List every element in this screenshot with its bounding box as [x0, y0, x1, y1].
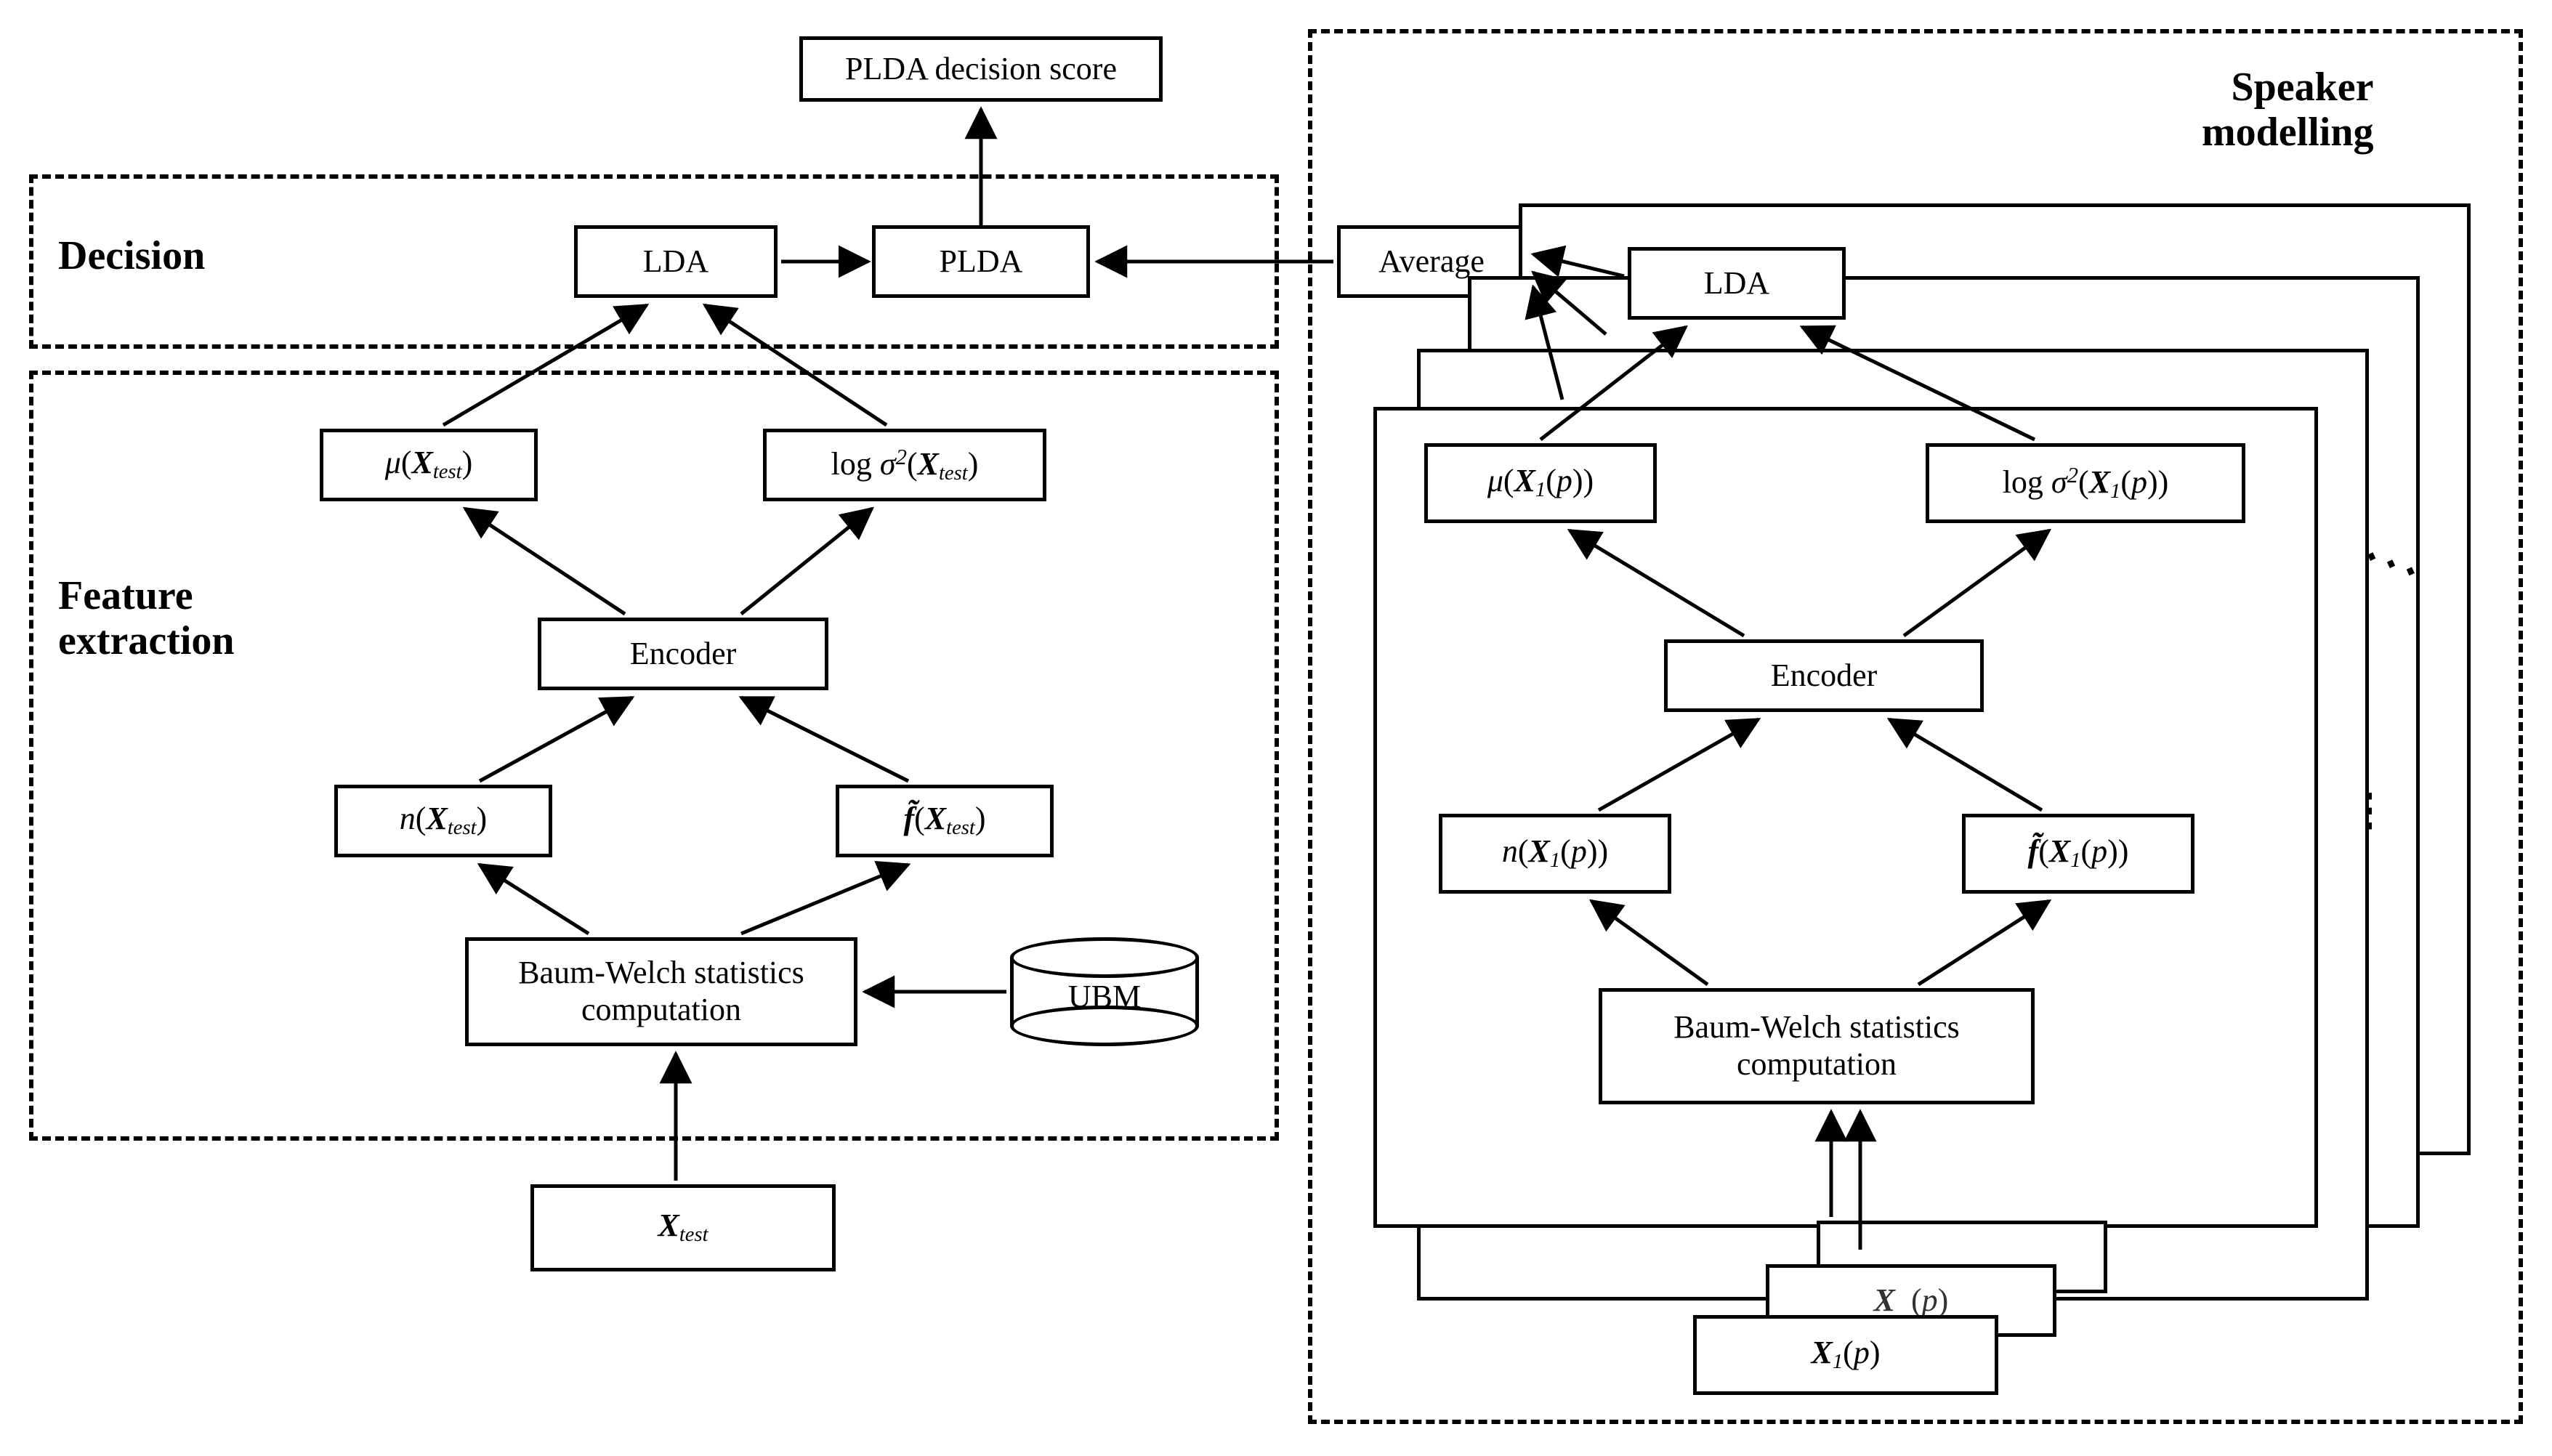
box-bw-right: Baum-Welch statisticscomputation: [1599, 988, 2035, 1104]
box-logsig-x1: log σ2(X1(p)): [1926, 443, 2245, 523]
box-x1: X1(p): [1693, 1315, 1998, 1395]
box-plda: PLDA: [872, 225, 1090, 298]
box-f-test: f̃(Xtest): [836, 785, 1054, 857]
box-encoder-right: Encoder: [1664, 639, 1984, 712]
label-feature-extraction: Feature extraction: [58, 574, 235, 663]
box-xtest: Xtest: [530, 1184, 836, 1271]
box-mu-test: μ(Xtest): [320, 429, 538, 501]
box-encoder-left: Encoder: [538, 618, 828, 690]
box-lda-right: LDA: [1628, 247, 1846, 320]
box-plda-score: PLDA decision score: [799, 36, 1163, 102]
ellipsis-dots-bottom: ⋮: [2347, 785, 2391, 836]
box-f-x1: f̃(X1(p)): [1962, 814, 2194, 894]
cylinder-ubm: UBM: [1010, 937, 1199, 1046]
label-speaker-modelling: Speaker modelling: [2202, 65, 2373, 155]
box-n-x1: n(X1(p)): [1439, 814, 1671, 894]
box-lda-left: LDA: [574, 225, 778, 298]
box-mu-x1: μ(X1(p)): [1424, 443, 1657, 523]
box-bw-left: Baum-Welch statisticscomputation: [465, 937, 857, 1046]
box-n-test: n(Xtest): [334, 785, 552, 857]
label-decision: Decision: [58, 232, 205, 279]
box-logsig-test: log σ2(Xtest): [763, 429, 1046, 501]
